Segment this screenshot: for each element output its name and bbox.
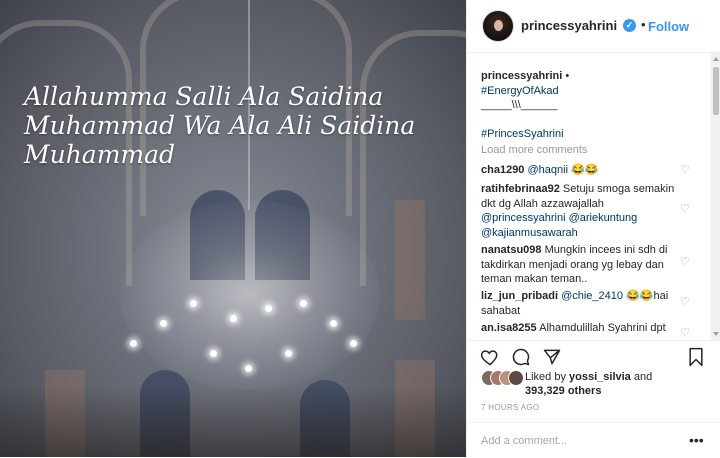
post-caption: princessyahrini • #EnergyOfAkad _____\\\… (481, 69, 696, 142)
like-comment-icon[interactable]: ♡ (680, 328, 690, 339)
caption-line: Allahumma Salli Ala Saidina (24, 82, 384, 111)
scroll-up-icon[interactable] (713, 57, 719, 61)
post-header: princessyahrini ✓ • Follow (467, 0, 720, 53)
column-decoration (395, 200, 425, 320)
lamp-light (230, 315, 237, 322)
hashtag-link[interactable]: #PrincesSyahrini (481, 128, 564, 140)
lamp-light (245, 365, 252, 372)
scroll-down-icon[interactable] (713, 332, 719, 336)
comment-item: nanatsu098 Mungkin incees ini sdh di tak… (481, 243, 681, 287)
comment-username[interactable]: an.isa8255 (481, 322, 537, 334)
caption-line: _____\\\______ (481, 99, 558, 111)
header-username[interactable]: princessyahrini (521, 18, 617, 33)
comment-icon[interactable] (511, 347, 531, 367)
bookmark-icon[interactable] (686, 347, 706, 367)
comment-text: 😂😂 (568, 164, 599, 176)
separator-dot: • (641, 17, 646, 32)
caption-line: Muhammad (24, 140, 176, 169)
follow-button[interactable]: Follow (648, 19, 689, 34)
heart-icon[interactable] (480, 347, 500, 367)
lamp-light (130, 340, 137, 347)
scroll-thumb[interactable] (713, 67, 719, 115)
comment-item: liz_jun_pribadi @chie_2410 😂😂hai sahabat (481, 289, 681, 318)
comment-username[interactable]: liz_jun_pribadi (481, 290, 558, 302)
hashtag-link[interactable]: #EnergyOfAkad (481, 85, 559, 97)
lamp-light (210, 350, 217, 357)
share-icon[interactable] (542, 347, 562, 367)
lamp-light (350, 340, 357, 347)
add-comment-input[interactable]: Add a comment... (481, 435, 567, 447)
lamp-light (330, 320, 337, 327)
post-side-panel: princessyahrini ✓ • Follow princessyahri… (466, 0, 720, 457)
more-options-icon[interactable]: ••• (689, 432, 704, 448)
avatar[interactable] (482, 10, 514, 42)
scrollbar[interactable] (711, 53, 720, 340)
liked-by-username[interactable]: yossi_silvia (569, 371, 631, 383)
like-comment-icon[interactable]: ♡ (680, 165, 690, 176)
lamp-light (190, 300, 197, 307)
chandelier (120, 200, 380, 390)
likes-summary: Liked by yossi_silvia and 393,329 others (481, 370, 711, 400)
load-more-comments-button[interactable]: Load more comments (481, 143, 587, 158)
image-caption-text: Allahumma Salli Ala Saidina Muhammad Wa … (24, 82, 444, 169)
comment-item: cha1290 @haqnii 😂😂 (481, 163, 681, 178)
like-comment-icon[interactable]: ♡ (680, 297, 690, 308)
comment-item: ratihfebrinaa92 Setuju smoga semakin dkt… (481, 182, 681, 240)
comment-mention[interactable]: @chie_2410 (561, 290, 623, 302)
verified-badge-icon: ✓ (623, 19, 636, 32)
caption-line: Muhammad Wa Ala Ali Saidina (24, 111, 416, 140)
like-comment-icon[interactable]: ♡ (680, 204, 690, 215)
likes-text: Liked by yossi_silvia and 393,329 others (525, 370, 652, 398)
caption-separator: • (562, 70, 570, 82)
lamp-light (285, 350, 292, 357)
action-bar (467, 340, 720, 371)
comment-username[interactable]: ratihfebrinaa92 (481, 183, 560, 195)
comments-list[interactable]: princessyahrini • #EnergyOfAkad _____\\\… (467, 53, 710, 340)
lamp-light (160, 320, 167, 327)
liker-avatar[interactable] (508, 370, 524, 386)
post-image[interactable]: Allahumma Salli Ala Saidina Muhammad Wa … (0, 0, 466, 457)
liked-by-and: and (630, 371, 653, 383)
caption-username[interactable]: princessyahrini (481, 70, 562, 82)
comment-username[interactable]: cha1290 (481, 164, 524, 176)
comment-mention[interactable]: @haqnii (528, 164, 569, 176)
like-comment-icon[interactable]: ♡ (680, 257, 690, 268)
post-timestamp[interactable]: 7 HOURS AGO (481, 403, 539, 412)
comment-username[interactable]: nanatsu098 (481, 244, 542, 256)
liked-by-prefix: Liked by (525, 371, 570, 383)
add-comment-bar: Add a comment... ••• (467, 422, 720, 458)
comment-item: an.isa8255 Alhamdulillah Syahrini dpt (481, 321, 681, 336)
comment-text: Alhamdulillah Syahrini dpt (536, 322, 666, 334)
comment-mention[interactable]: @princessyahrini @ariekuntung @kajianmus… (481, 212, 637, 239)
lamp-light (265, 305, 272, 312)
likes-count[interactable]: 393,329 others (525, 385, 601, 397)
lamp-light (300, 300, 307, 307)
image-shade (0, 387, 466, 457)
